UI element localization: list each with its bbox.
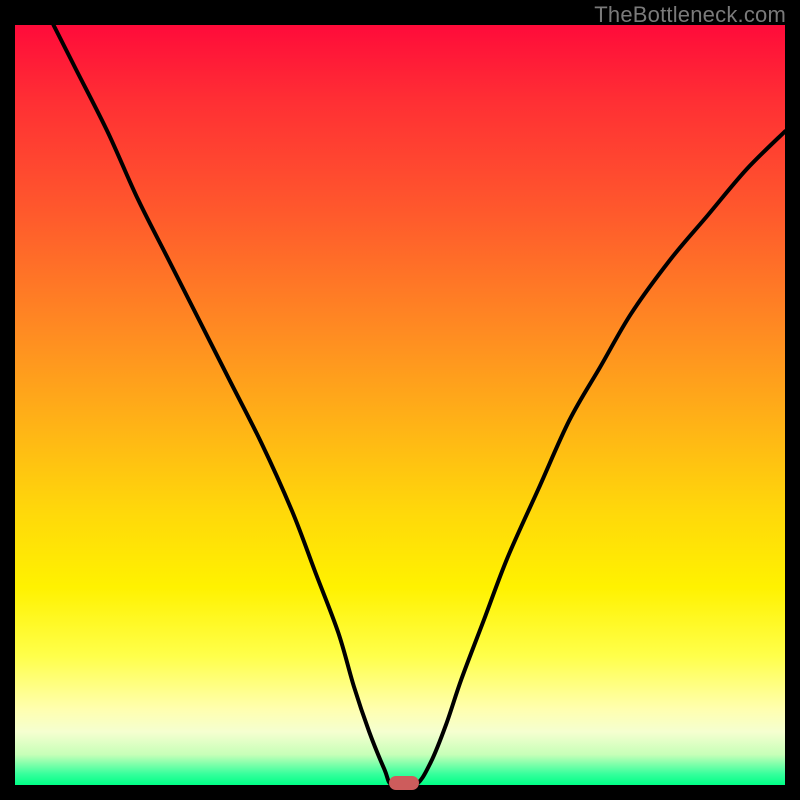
chart-frame: TheBottleneck.com [0,0,800,800]
bottleneck-curve-path [54,25,786,785]
chart-curve [15,25,785,785]
optimum-marker [389,776,419,790]
